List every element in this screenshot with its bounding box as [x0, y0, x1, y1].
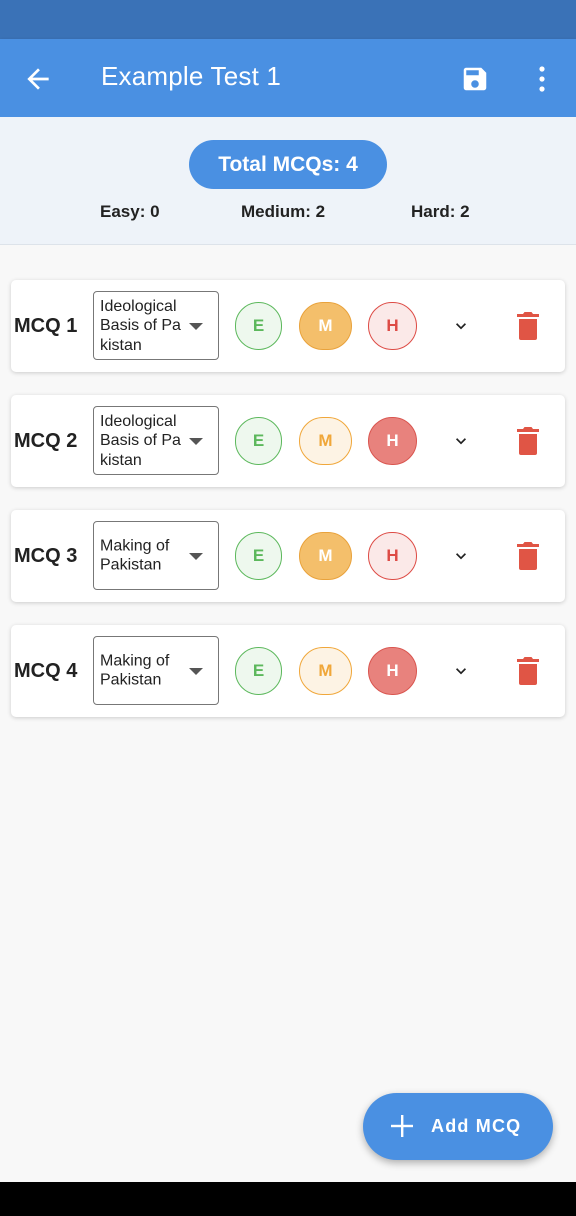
medium-count: Medium: 2: [241, 202, 326, 221]
summary-panel: Total MCQs: 4 Easy: 0 Medium: 2 Hard: 2: [0, 117, 576, 245]
floppy-disk-icon[interactable]: [460, 64, 490, 94]
trash-icon[interactable]: [517, 312, 539, 340]
dropdown-caret-icon: [189, 553, 203, 560]
plus-icon: [391, 1115, 413, 1137]
topic-value: Making of Pakistan: [100, 652, 170, 689]
chevron-down-icon[interactable]: [451, 661, 471, 681]
add-mcq-button[interactable]: Add MCQ: [363, 1093, 553, 1160]
hard-button[interactable]: H: [368, 417, 417, 465]
dropdown-caret-icon: [189, 323, 203, 330]
trash-icon[interactable]: [517, 542, 539, 570]
trash-icon[interactable]: [517, 427, 539, 455]
medium-button[interactable]: M: [299, 647, 352, 695]
chevron-down-icon[interactable]: [451, 316, 471, 336]
easy-button[interactable]: E: [235, 302, 282, 350]
chevron-down-icon[interactable]: [451, 546, 471, 566]
mcq-label: MCQ 3: [14, 544, 78, 567]
page-title: Example Test 1: [101, 61, 282, 91]
topic-dropdown[interactable]: Ideological Basis of Pakistan: [93, 406, 219, 475]
easy-count: Easy: 0: [100, 202, 160, 221]
total-mcqs-badge: Total MCQs: 4: [189, 140, 387, 189]
topic-dropdown[interactable]: Making of Pakistan: [93, 636, 219, 705]
easy-button[interactable]: E: [235, 417, 282, 465]
chevron-down-icon[interactable]: [451, 431, 471, 451]
mcq-card-3: MCQ 3 Making of Pakistan E M H: [11, 510, 565, 602]
hard-button[interactable]: H: [368, 302, 417, 350]
trash-icon[interactable]: [517, 657, 539, 685]
topic-value: Ideological Basis of Pakistan: [100, 412, 181, 469]
mcq-card-4: MCQ 4 Making of Pakistan E M H: [11, 625, 565, 717]
easy-button[interactable]: E: [235, 647, 282, 695]
add-mcq-label: Add MCQ: [431, 1116, 522, 1136]
topic-value: Making of Pakistan: [100, 537, 170, 574]
mcq-label: MCQ 1: [14, 314, 78, 337]
medium-button[interactable]: M: [299, 532, 352, 580]
hard-button[interactable]: H: [368, 647, 417, 695]
mcq-card-2: MCQ 2 Ideological Basis of Pakistan E M …: [11, 395, 565, 487]
mcq-label: MCQ 2: [14, 429, 78, 452]
topic-value: Ideological Basis of Pakistan: [100, 297, 181, 354]
mcq-label: MCQ 4: [14, 659, 78, 682]
hard-button[interactable]: H: [368, 532, 417, 580]
topic-dropdown[interactable]: Making of Pakistan: [93, 521, 219, 590]
arrow-left-icon[interactable]: [22, 63, 54, 95]
medium-button[interactable]: M: [299, 417, 352, 465]
dropdown-caret-icon: [189, 668, 203, 675]
more-vertical-icon[interactable]: [530, 64, 554, 94]
hard-count: Hard: 2: [411, 202, 470, 221]
app-bar: Example Test 1: [0, 39, 576, 117]
status-bar: [0, 0, 576, 39]
dropdown-caret-icon: [189, 438, 203, 445]
medium-button[interactable]: M: [299, 302, 352, 350]
mcq-card-1: MCQ 1 Ideological Basis of Pakistan E M …: [11, 280, 565, 372]
easy-button[interactable]: E: [235, 532, 282, 580]
topic-dropdown[interactable]: Ideological Basis of Pakistan: [93, 291, 219, 360]
system-nav-bar: [0, 1182, 576, 1216]
